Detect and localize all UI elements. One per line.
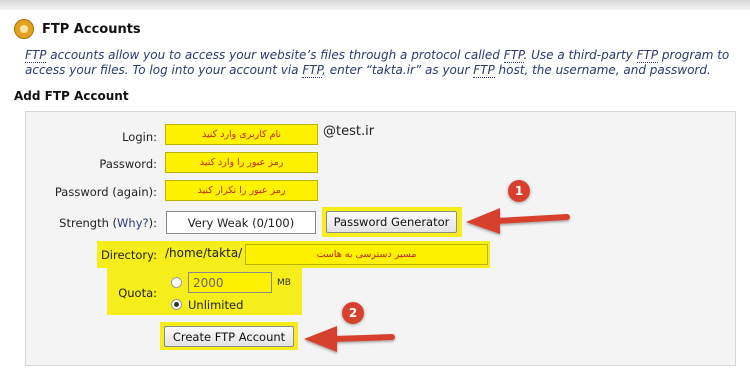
step-badge-2: 2 [342,302,364,324]
password-again-input[interactable]: رمز عبور را تکرار کنید [165,180,318,201]
page-description: FTP accounts allow you to access your we… [25,48,741,78]
ftp-abbr: FTP [503,48,524,63]
add-ftp-account-form [25,111,736,366]
strength-label-text: Strength ( [59,216,118,230]
quota-label: Quota: [118,286,157,300]
login-domain-suffix: @test.ir [323,124,375,139]
strength-label-end: ): [148,216,157,230]
directory-label: Directory: [100,248,157,262]
page-title: FTP Accounts [42,21,141,37]
quota-unit: MB [277,278,291,288]
why-link[interactable]: Why? [117,216,149,230]
ftp-abbr: FTP [636,48,659,63]
password-again-label: Password (again): [54,185,157,199]
unlimited-label: Unlimited [188,298,244,312]
ftp-accounts-icon [14,19,34,39]
directory-input[interactable]: مسیر دسترسی به هاست [245,244,488,265]
directory-path-prefix: /home/takta/ [165,246,243,260]
description-text: accounts allow you to access your websit… [46,48,504,62]
page-header: FTP Accounts [14,19,141,39]
ftp-abbr: FTP [302,63,323,78]
password-label: Password: [99,157,157,171]
quota-unlimited-radio[interactable] [171,299,182,310]
quota-limited-radio[interactable] [171,277,182,288]
login-label: Login: [122,130,157,144]
ftp-abbr: FTP [473,63,495,78]
ftp-abbr: FTP [25,48,47,63]
description-text: , enter “takta.ir” as your [322,63,474,77]
section-title: Add FTP Account [14,89,129,103]
description-text: host, the username, and password. [494,63,711,77]
password-input[interactable]: رمز عبور را وارد کنید [165,152,318,173]
top-strip [0,0,750,10]
description-text: . Use a third-party [523,48,637,62]
step-badge-1: 1 [508,180,530,202]
login-input[interactable]: نام کاربری وارد کنید [165,124,318,145]
password-generator-button[interactable]: Password Generator [326,211,457,233]
strength-meter: Very Weak (0/100) [166,211,316,234]
quota-input[interactable]: 2000 [188,272,272,293]
create-ftp-account-button[interactable]: Create FTP Account [164,326,294,347]
strength-label: Strength (Why?): [30,216,157,230]
